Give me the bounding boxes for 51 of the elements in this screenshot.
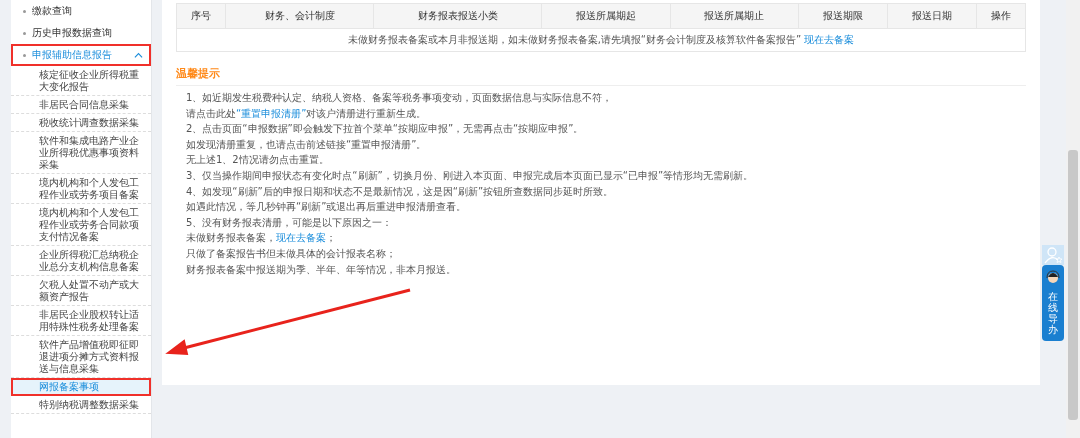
bullet-icon bbox=[23, 31, 26, 35]
caret-icon bbox=[134, 50, 143, 60]
submenu-item[interactable]: 特别纳税调整数据采集 bbox=[11, 396, 151, 414]
online-guide-button[interactable]: 在线导办 bbox=[1042, 265, 1064, 341]
submenu-item[interactable]: 企业所得税汇总纳税企业总分支机构信息备案 bbox=[11, 246, 151, 276]
tip-line: 财务报表备案中报送期为季、半年、年等情况，非本月报送。 bbox=[185, 262, 457, 277]
tip-line: 请点击此处“重置申报清册”对该户清册进行重新生成。 bbox=[185, 106, 428, 121]
headset-agent-icon bbox=[1045, 269, 1061, 285]
sidebar-item-label: 申报辅助信息报告 bbox=[32, 49, 113, 61]
submenu-item[interactable]: 欠税人处置不动产或大额资产报告 bbox=[11, 276, 151, 306]
column-header: 报送所属期止 bbox=[670, 3, 799, 29]
tips-title: 温馨提示 bbox=[176, 66, 1026, 86]
sidebar-item-label: 缴款查询 bbox=[32, 5, 73, 17]
column-header: 财务、会计制度 bbox=[225, 3, 374, 29]
tip-line: 如遇此情况，等几秒钟再“刷新”或退出再后重进申报清册查看。 bbox=[185, 200, 468, 215]
column-header: 报送期限 bbox=[798, 3, 888, 29]
column-header: 财务报表报送小类 bbox=[373, 3, 542, 29]
submenu-item[interactable]: 非居民企业股权转让适用特殊性税务处理备案 bbox=[11, 306, 151, 336]
submenu-item[interactable]: 境内机构和个人发包工程作业或劳务合同款项支付情况备案 bbox=[11, 204, 151, 246]
bullet-icon bbox=[23, 9, 26, 13]
column-header: 序号 bbox=[176, 3, 226, 29]
empty-message: 未做财务报表备案或本月非报送期，如未做财务报表备案,请先填报“财务会计制度及核算软件备案报告” bbox=[347, 34, 802, 45]
tip-line: 2、点击页面“申报数据”即会触发下拉首个菜单“按期应申报”，无需再点击“按期应申报”。 bbox=[185, 122, 585, 137]
tip-link[interactable]: 现在去备案 bbox=[276, 232, 326, 244]
column-header: 操作 bbox=[976, 3, 1026, 29]
tip-line: 4、如发现“刷新”后的申报日期和状态不是最新情况，这是因“刷新”按钮所查数据同步延时所致。 bbox=[185, 184, 615, 199]
bullet-icon bbox=[23, 53, 26, 57]
tip-line: 无上述1、2情况请勿点击重置。 bbox=[185, 153, 330, 168]
tip-line: 3、仅当操作期间申报状态有变化时点“刷新”，切换月份、刚进入本页面、申报完成后本页面已显示“已申报”等情形均无需刷新。 bbox=[185, 168, 755, 183]
tip-line: 如发现清册重复，也请点击前述链接“重置申报清册”。 bbox=[185, 137, 428, 152]
tip-line: 只做了备案报告书但未做具体的会计报表名称； bbox=[185, 246, 397, 261]
submenu-item[interactable]: 核定征收企业所得税重大变化报告 bbox=[11, 66, 151, 96]
sidebar-item[interactable]: 历史申报数据查询 bbox=[11, 22, 151, 44]
file-record-link[interactable]: 现在去备案 bbox=[804, 34, 855, 45]
submenu-item[interactable]: 税收统计调查数据采集 bbox=[11, 114, 151, 132]
user-icon[interactable] bbox=[1042, 245, 1064, 265]
column-header: 报送日期 bbox=[887, 3, 976, 29]
column-header: 报送所属期起 bbox=[541, 3, 671, 29]
tip-line: 1、如近期发生税费种认定、纳税人资格、备案等税务事项变动，页面数据信息与实际信息不符， bbox=[185, 91, 614, 105]
submenu-item[interactable]: 境内机构和个人发包工程作业或劳务项目备案 bbox=[11, 174, 151, 204]
scrollbar[interactable] bbox=[1066, 0, 1080, 438]
submenu-item[interactable]: 软件产品增值税即征即退进项分摊方式资料报送与信息采集 bbox=[11, 336, 151, 378]
sidebar-item[interactable]: 申报辅助信息报告 bbox=[11, 44, 151, 66]
submenu-item[interactable]: 软件和集成电路产业企业所得税优惠事项资料采集 bbox=[11, 132, 151, 174]
sidebar-item[interactable]: 缴款查询 bbox=[11, 0, 151, 22]
submenu-item[interactable]: 非居民合同信息采集 bbox=[11, 96, 151, 114]
sidebar-item-label: 历史申报数据查询 bbox=[32, 27, 113, 39]
tip-line: 5、没有财务报表清册，可能是以下原因之一： bbox=[185, 215, 394, 230]
tip-line: 未做财务报表备案，现在去备案； bbox=[185, 231, 337, 246]
tip-link[interactable]: “重置申报清册” bbox=[236, 107, 307, 119]
scrollbar-thumb[interactable] bbox=[1068, 150, 1078, 420]
